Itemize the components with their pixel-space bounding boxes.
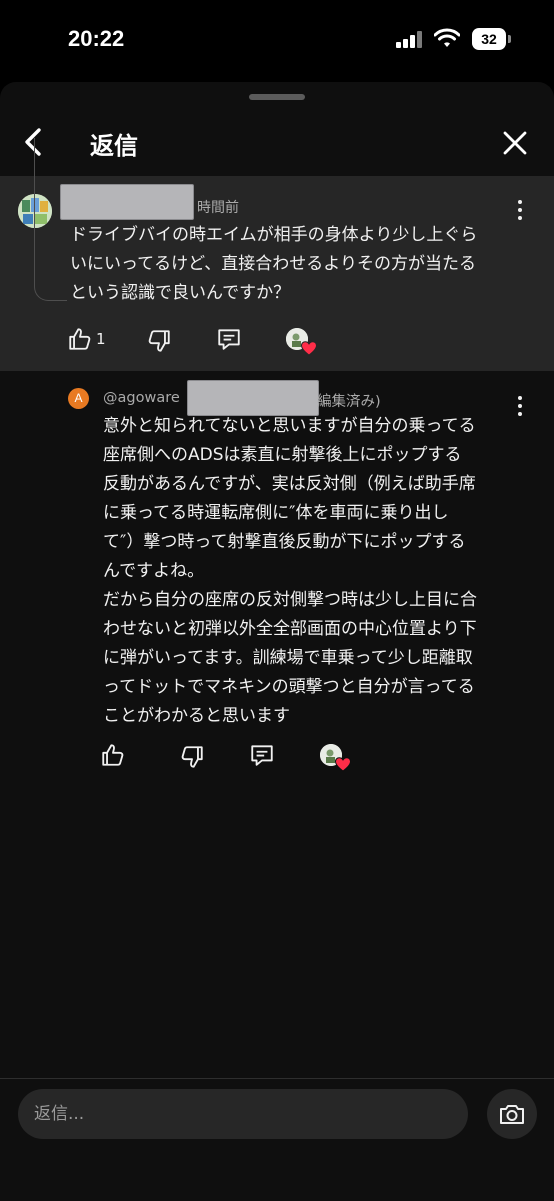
edited-label: 編集済み) [317, 394, 381, 410]
redacted-username [187, 380, 319, 416]
battery-indicator: 32 [472, 28, 511, 50]
cellular-signal-icon [396, 30, 424, 48]
sheet-header: 返信 [0, 112, 554, 176]
like-count: 1 [96, 330, 106, 348]
reply-text: 意外と知られてないと思いますが自分の乗ってる 座席側へのADSは素直に射撃後上に… [103, 416, 477, 726]
replies-sheet: 返信 時間前 ドライブバイの時エイムが相手の身体より少し上ぐら いにいってるけど… [0, 82, 554, 1201]
drag-handle[interactable] [249, 94, 305, 100]
creator-heart-icon [320, 744, 351, 772]
thread-connector-line [34, 138, 67, 301]
reply-comment-icon[interactable] [249, 742, 275, 768]
wifi-icon [434, 28, 460, 47]
camera-icon [500, 1105, 524, 1124]
status-time: 20:22 [68, 26, 125, 51]
more-options-icon[interactable] [510, 198, 530, 222]
page-title: 返信 [90, 132, 138, 160]
thumbs-down-icon[interactable] [179, 744, 205, 770]
reply-composer [0, 1078, 554, 1201]
status-bar: 20:22 32 [0, 0, 554, 80]
redacted-username [60, 184, 194, 220]
reply-author-handle[interactable]: @agoware [103, 390, 180, 406]
parent-comment: 時間前 ドライブバイの時エイムが相手の身体より少し上ぐら いにいってるけど、直接… [0, 176, 554, 371]
comment-text: ドライブバイの時エイムが相手の身体より少し上ぐら いにいってるけど、直接合わせる… [70, 225, 478, 303]
thumbs-up-icon[interactable] [67, 326, 93, 352]
reply-comment-icon[interactable] [216, 326, 242, 352]
creator-heart-icon [286, 328, 317, 356]
camera-button[interactable] [487, 1089, 537, 1139]
thumbs-down-icon[interactable] [146, 328, 172, 354]
comment-timestamp: 時間前 [197, 200, 239, 216]
reply-author-avatar[interactable]: A [68, 388, 89, 409]
thumbs-up-icon[interactable] [100, 742, 126, 768]
close-icon[interactable] [498, 126, 532, 160]
reply-input[interactable] [18, 1089, 468, 1139]
